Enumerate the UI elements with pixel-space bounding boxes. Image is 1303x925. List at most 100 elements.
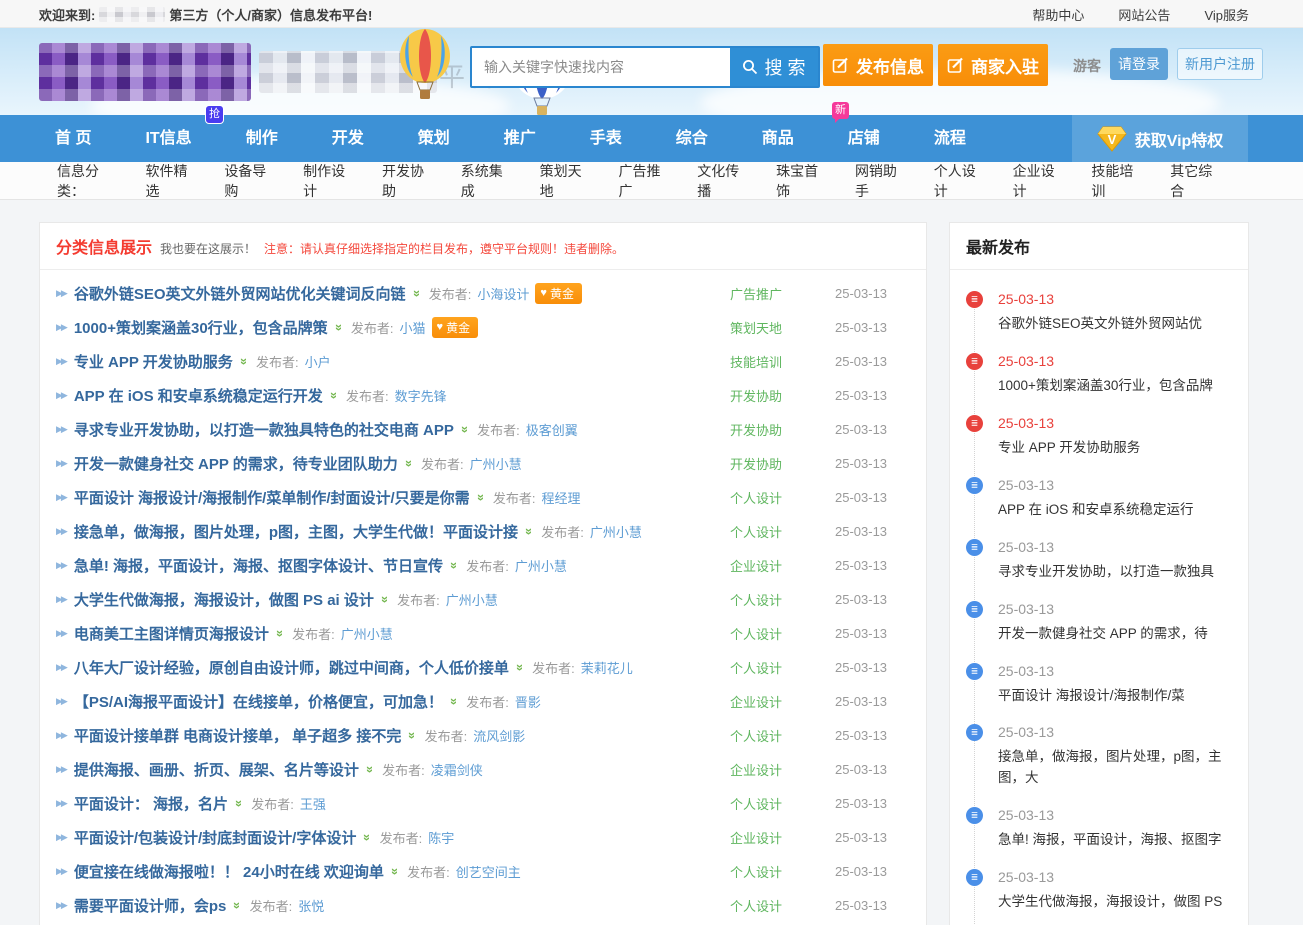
publisher-link[interactable]: 广州小慧 [590, 522, 642, 541]
expand-chevron-icon[interactable]: « [456, 425, 471, 432]
search-input[interactable] [472, 48, 730, 86]
nav-item[interactable]: 制作 [219, 115, 305, 162]
feed-item[interactable]: ≣ 25-03-13 急单! 海报，平面设计，海报、抠图字 [966, 798, 1232, 860]
post-title-link[interactable]: 需要平面设计师，会ps [74, 895, 227, 916]
post-title-link[interactable]: 寻求专业开发协助，以打造一款独具特色的社交电商 APP [74, 419, 454, 440]
expand-chevron-icon[interactable]: « [325, 391, 340, 398]
publisher-link[interactable]: 广州小慧 [470, 454, 522, 473]
category-bar-link[interactable]: 文化传播 [697, 161, 749, 201]
post-title-link[interactable]: 平面设计接单群 电商设计接单， 单子超多 接不完 [74, 725, 402, 746]
post-title-link[interactable]: 电商美工主图详情页海报设计 [74, 623, 269, 644]
publisher-link[interactable]: 茉莉花儿 [581, 658, 633, 677]
publisher-link[interactable]: 创艺空间主 [456, 862, 521, 881]
feed-item[interactable]: ≣ 25-03-13 开发一款健身社交 APP 的需求，待 [966, 592, 1232, 654]
expand-chevron-icon[interactable]: « [511, 663, 526, 670]
expand-chevron-icon[interactable]: « [230, 799, 245, 806]
gold-badge[interactable]: ♥黄金 [432, 317, 479, 338]
post-title-link[interactable]: APP 在 iOS 和安卓系统稳定运行开发 [74, 385, 323, 406]
category-bar-link[interactable]: 技能培训 [1091, 161, 1143, 201]
post-category-link[interactable]: 个人设计 [730, 862, 835, 881]
merchant-join-button[interactable]: 商家入驻 [938, 44, 1048, 86]
expand-chevron-icon[interactable]: « [445, 561, 460, 568]
post-category-link[interactable]: 个人设计 [730, 590, 835, 609]
post-category-link[interactable]: 个人设计 [730, 896, 835, 915]
publisher-link[interactable]: 凌霜剑侠 [431, 760, 483, 779]
gold-badge[interactable]: ♥黄金 [535, 283, 582, 304]
post-category-link[interactable]: 企业设计 [730, 828, 835, 847]
post-title-link[interactable]: 大学生代做海报，海报设计，做图 PS ai 设计 [74, 589, 374, 610]
publisher-link[interactable]: 小猫 [400, 318, 426, 337]
post-category-link[interactable]: 技能培训 [730, 352, 835, 371]
post-category-link[interactable]: 个人设计 [730, 624, 835, 643]
category-bar-link[interactable]: 开发协助 [382, 161, 434, 201]
nav-item[interactable]: 综合 [649, 115, 735, 162]
nav-item[interactable]: IT信息 [118, 115, 218, 162]
vip-privilege-button[interactable]: V 获取Vip特权 [1072, 115, 1248, 162]
post-title-link[interactable]: 接急单，做海报，图片处理，p图，主图，大学生代做！平面设计接 [74, 521, 518, 542]
publisher-link[interactable]: 小户 [305, 352, 331, 371]
post-title-link[interactable]: 平面设计 海报设计/海报制作/菜单制作/封面设计/只要是你需 [74, 487, 470, 508]
register-button[interactable]: 新用户注册 [1177, 48, 1263, 80]
login-button[interactable]: 请登录 [1110, 48, 1168, 80]
category-bar-link[interactable]: 个人设计 [934, 161, 986, 201]
expand-chevron-icon[interactable]: « [472, 493, 487, 500]
post-category-link[interactable]: 个人设计 [730, 794, 835, 813]
publisher-link[interactable]: 王强 [300, 794, 326, 813]
feed-item[interactable]: ≣ 25-03-13 1000+策划案涵盖30行业，包含品牌 [966, 344, 1232, 406]
expand-chevron-icon[interactable]: « [228, 901, 243, 908]
nav-item[interactable]: 开发 [305, 115, 391, 162]
post-category-link[interactable]: 策划天地 [730, 318, 835, 337]
publisher-link[interactable]: 小海设计 [477, 284, 529, 303]
nav-item[interactable]: 店铺 [821, 115, 907, 162]
expand-chevron-icon[interactable]: « [408, 289, 423, 296]
site-logo[interactable]: 平台 [39, 43, 437, 101]
post-category-link[interactable]: 开发协助 [730, 386, 835, 405]
expand-chevron-icon[interactable]: « [403, 731, 418, 738]
nav-item[interactable]: 推广 [477, 115, 563, 162]
expand-chevron-icon[interactable]: « [235, 357, 250, 364]
expand-chevron-icon[interactable]: « [358, 833, 373, 840]
expand-chevron-icon[interactable]: « [330, 323, 345, 330]
feed-item[interactable]: ≣ 25-03-13 谷歌外链SEO英文外链外贸网站优 [966, 282, 1232, 344]
publish-info-button[interactable]: 发布信息 [823, 44, 933, 86]
feed-item[interactable]: ≣ 25-03-13 平面设计 海报设计/海报制作/菜 [966, 654, 1232, 716]
nav-item[interactable]: 策划 [391, 115, 477, 162]
post-category-link[interactable]: 个人设计 [730, 488, 835, 507]
post-category-link[interactable]: 广告推广 [730, 284, 835, 303]
post-title-link[interactable]: 平面设计/包装设计/封底封面设计/字体设计 [74, 827, 357, 848]
post-category-link[interactable]: 企业设计 [730, 760, 835, 779]
publisher-link[interactable]: 晋影 [515, 692, 541, 711]
post-category-link[interactable]: 企业设计 [730, 556, 835, 575]
publisher-link[interactable]: 广州小慧 [446, 590, 498, 609]
category-bar-link[interactable]: 软件精选 [145, 161, 197, 201]
publisher-link[interactable]: 数字先锋 [395, 386, 447, 405]
post-title-link[interactable]: 专业 APP 开发协助服务 [74, 351, 233, 372]
post-title-link[interactable]: 【PS/AI海报平面设计】在线接单，价格便宜，可加急！ [74, 691, 443, 712]
post-title-link[interactable]: 急单! 海报，平面设计，海报、抠图字体设计、节日宣传 [74, 555, 443, 576]
expand-chevron-icon[interactable]: « [386, 867, 401, 874]
expand-chevron-icon[interactable]: « [520, 527, 535, 534]
category-bar-link[interactable]: 系统集成 [461, 161, 513, 201]
category-bar-link[interactable]: 设备导购 [224, 161, 276, 201]
feed-item[interactable]: ≣ 25-03-13 APP 在 iOS 和安卓系统稳定运行 [966, 468, 1232, 530]
category-bar-link[interactable]: 企业设计 [1013, 161, 1065, 201]
topbar-link[interactable]: 网站公告 [1118, 5, 1170, 24]
post-category-link[interactable]: 开发协助 [730, 420, 835, 439]
topbar-link[interactable]: 帮助中心 [1032, 5, 1084, 24]
feed-item[interactable]: ≣ 25-03-13 寻求专业开发协助，以打造一款独具 [966, 530, 1232, 592]
post-title-link[interactable]: 谷歌外链SEO英文外链外贸网站优化关键词反向链 [74, 283, 406, 304]
publisher-link[interactable]: 张悦 [298, 896, 324, 915]
category-bar-link[interactable]: 制作设计 [303, 161, 355, 201]
post-title-link[interactable]: 便宜接在线做海报啦！！ 24小时在线 欢迎询单 [74, 861, 384, 882]
panel-note-link[interactable]: 我也要在这展示！ [160, 240, 256, 257]
post-title-link[interactable]: 八年大厂设计经验，原创自由设计师，跳过中间商，个人低价接单 [74, 657, 509, 678]
nav-item[interactable]: 流程 [907, 115, 993, 162]
feed-item[interactable]: ≣ 25-03-13 接急单，做海报，图片处理，p图，主图，大 [966, 715, 1232, 798]
nav-item[interactable]: 首 页 [28, 115, 118, 162]
publisher-link[interactable]: 陈宇 [428, 828, 454, 847]
post-category-link[interactable]: 开发协助 [730, 454, 835, 473]
post-title-link[interactable]: 开发一款健身社交 APP 的需求，待专业团队助力 [74, 453, 398, 474]
category-bar-link[interactable]: 珠宝首饰 [776, 161, 828, 201]
category-bar-link[interactable]: 其它综合 [1170, 161, 1222, 201]
post-category-link[interactable]: 个人设计 [730, 726, 835, 745]
